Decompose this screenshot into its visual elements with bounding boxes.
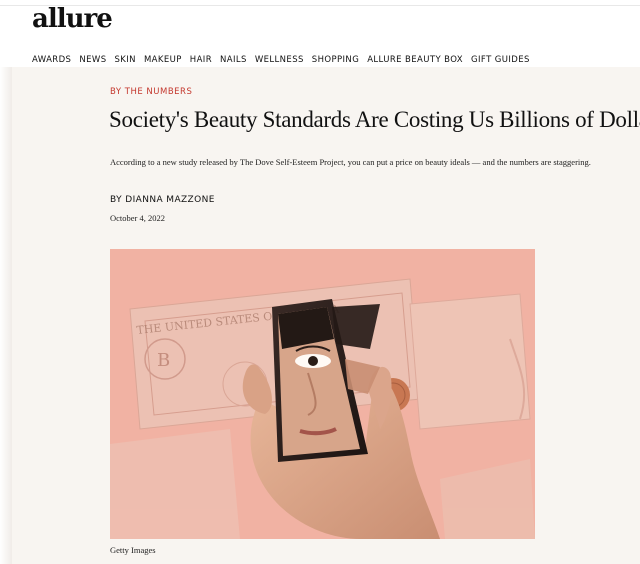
image-caption: Getty Images — [110, 545, 156, 555]
nav-item-allure-beauty-box[interactable]: ALLURE BEAUTY BOX — [367, 55, 463, 65]
nav-item-shopping[interactable]: SHOPPING — [312, 55, 359, 65]
site-header: allure AWARDS NEWS SKIN MAKEUP HAIR NAIL… — [0, 0, 640, 66]
site-logo[interactable]: allure — [32, 4, 113, 34]
lead-image: B THE UNITED STATES OF AMERICA — [110, 249, 535, 539]
article-rubric[interactable]: BY THE NUMBERS — [110, 87, 192, 97]
main-nav: AWARDS NEWS SKIN MAKEUP HAIR NAILS WELLN… — [32, 55, 530, 65]
article-headline: Society's Beauty Standards Are Costing U… — [109, 107, 640, 132]
article-dek: According to a new study released by The… — [110, 157, 591, 167]
nav-item-hair[interactable]: HAIR — [190, 55, 212, 65]
nav-item-nails[interactable]: NAILS — [220, 55, 247, 65]
left-edge-shadow — [0, 67, 12, 564]
svg-text:B: B — [157, 350, 170, 371]
lead-image-illustration: B THE UNITED STATES OF AMERICA — [110, 249, 535, 539]
nav-item-wellness[interactable]: WELLNESS — [255, 55, 304, 65]
nav-item-skin[interactable]: SKIN — [115, 55, 136, 65]
nav-item-makeup[interactable]: MAKEUP — [144, 55, 182, 65]
nav-item-news[interactable]: NEWS — [79, 55, 106, 65]
hand-mirror-graphic — [272, 299, 380, 462]
author-link[interactable]: DIANNA MAZZONE — [125, 195, 215, 205]
publish-date: October 4, 2022 — [110, 213, 166, 223]
byline: BY DIANNA MAZZONE — [110, 195, 215, 205]
nav-item-awards[interactable]: AWARDS — [32, 55, 71, 65]
page: allure AWARDS NEWS SKIN MAKEUP HAIR NAIL… — [0, 0, 640, 564]
nav-item-gift-guides[interactable]: GIFT GUIDES — [471, 55, 530, 65]
byline-prefix: BY — [110, 195, 126, 205]
